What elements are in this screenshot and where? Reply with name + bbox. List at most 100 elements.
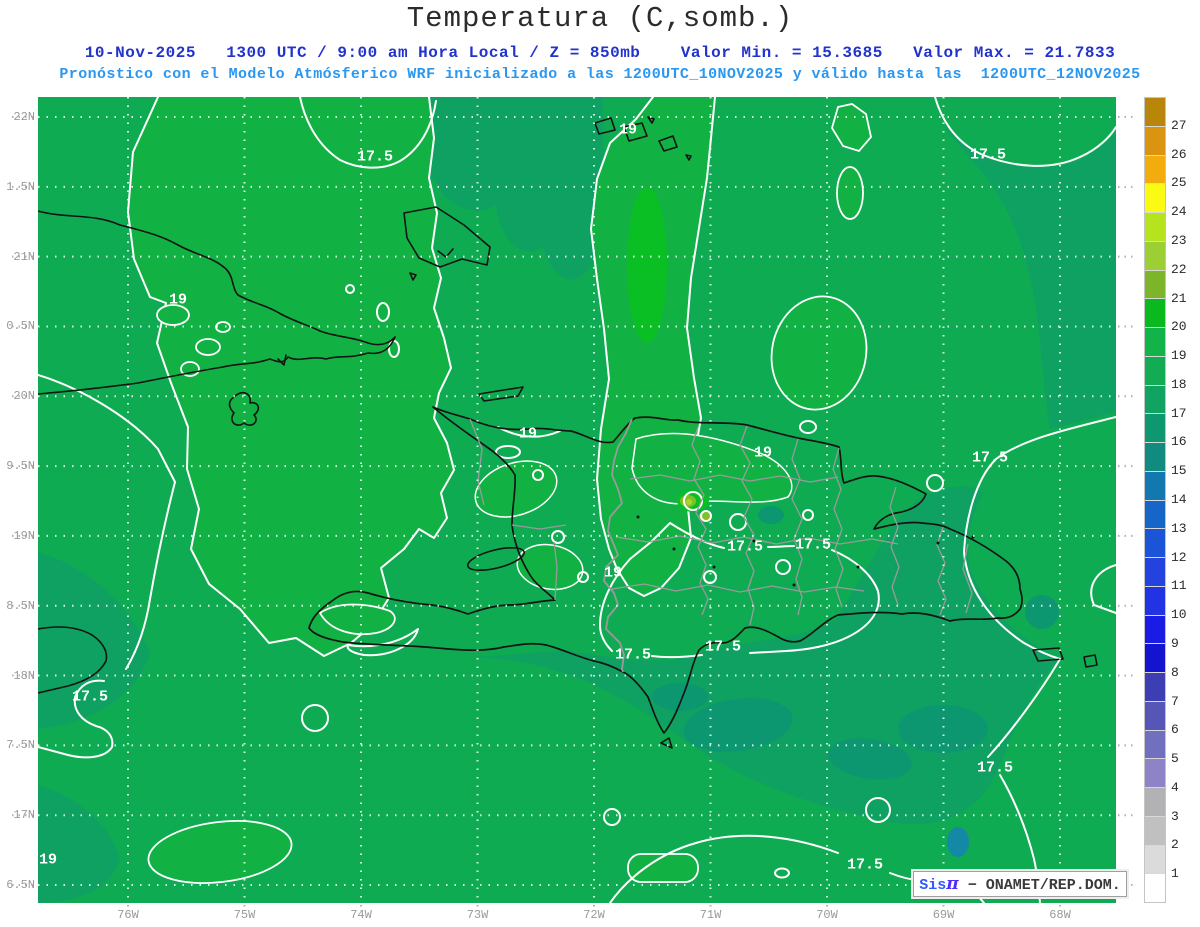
colorbar-block [1145, 328, 1165, 356]
colorbar-block [1145, 816, 1165, 845]
org-label: − ONAMET/REP.DOM. [958, 877, 1121, 894]
colorbar-block [1145, 586, 1165, 615]
lat-axis-label: 22N [13, 110, 35, 124]
colorbar-block [1145, 213, 1165, 241]
colorbar-tick-label: 9 [1171, 635, 1179, 651]
colorbar-tick-label: 18 [1171, 376, 1187, 392]
colorbar-block [1145, 529, 1165, 557]
contour-label: 17.5 [356, 148, 394, 166]
lat-axis-label: 6.5N [6, 878, 35, 893]
colorbar-block [1145, 701, 1165, 730]
lat-axis-label: 0.5N [6, 319, 35, 334]
lon-axis-label: 72W [583, 908, 605, 922]
contour-label: 17.5 [794, 536, 832, 554]
temperature-map [38, 97, 1116, 903]
colorbar-block [1145, 184, 1165, 212]
colorbar [1144, 97, 1166, 903]
colorbar-tick-label: 27 [1171, 117, 1187, 133]
colorbar-tick-label: 20 [1171, 319, 1187, 335]
subtitle-model-info: Pronóstico con el Modelo Atmósferico WRF… [59, 66, 1141, 83]
colorbar-tick-label: 8 [1171, 664, 1179, 680]
lat-axis-label: 20N [13, 389, 35, 404]
contour-label: 17.5 [614, 646, 652, 664]
colorbar-tick-label: 1 [1171, 866, 1179, 882]
colorbar-tick-label: 2 [1171, 837, 1179, 853]
sis-logo-text: Sis [919, 877, 947, 894]
contour-label: 17.5 [726, 538, 764, 556]
colorbar-tick-label: 12 [1171, 549, 1187, 565]
contour-label: 19 [753, 444, 773, 462]
colorbar-tick-label: 11 [1171, 578, 1187, 594]
colorbar-block [1145, 558, 1165, 586]
colorbar-tick-label: 17 [1171, 405, 1187, 421]
lat-axis-label: 19N [13, 528, 35, 543]
band-15-16-fill [947, 827, 969, 857]
lat-axis-label: 21N [13, 249, 35, 264]
colorbar-block [1145, 500, 1165, 529]
lat-axis-label: 7.5N [6, 738, 35, 753]
colorbar-block [1145, 155, 1165, 184]
colorbar-block [1145, 356, 1165, 385]
contour-label: 19 [518, 425, 538, 443]
lat-axis-label: 1.5N [6, 179, 35, 194]
colorbar-tick-label: 24 [1171, 204, 1187, 220]
lat-axis-label: 17N [13, 808, 35, 823]
colorbar-tick-label: 21 [1171, 290, 1187, 306]
colorbar-tick-label: 26 [1171, 146, 1187, 162]
lat-axis-label: 8.5N [6, 598, 35, 613]
colorbar-tick-label: 7 [1171, 693, 1179, 709]
contour-label: 17.5 [846, 856, 884, 874]
colorbar-tick-label: 5 [1171, 751, 1179, 767]
colorbar-tick-label: 13 [1171, 520, 1187, 536]
contour-label: 17.5 [71, 688, 109, 706]
lat-axis-label: 18N [13, 668, 35, 683]
contour-label: 19 [168, 291, 188, 309]
contour-label: 17.5 [969, 146, 1007, 164]
lon-axis-label: 75W [233, 908, 256, 922]
colorbar-tick-label: 23 [1171, 232, 1187, 248]
contour-label: 17.5 [971, 449, 1009, 467]
lon-axis-label: 74W [350, 908, 372, 922]
colorbar-block [1145, 730, 1165, 759]
colorbar-block [1145, 241, 1165, 270]
contour-label: 19 [603, 564, 623, 582]
lon-axis-label: 73W [466, 908, 489, 922]
colorbar-tick-label: 15 [1171, 463, 1187, 479]
contour-label: 19 [618, 121, 638, 139]
colorbar-tick-label: 19 [1171, 348, 1187, 364]
colorbar-tick-label: 4 [1171, 779, 1179, 795]
colorbar-block [1145, 385, 1165, 414]
colorbar-block [1145, 788, 1165, 816]
colorbar-tick-label: 6 [1171, 722, 1179, 738]
colorbar-block [1145, 759, 1165, 787]
colorbar-block [1145, 270, 1165, 299]
lon-axis-label: 70W [816, 908, 838, 922]
onamet-branding-badge: Sisπ − ONAMET/REP.DOM. [913, 871, 1127, 897]
colorbar-tick-label: 16 [1171, 434, 1187, 450]
colorbar-tick-label: 3 [1171, 808, 1179, 824]
band-20-21-tongue-core [627, 187, 667, 343]
lon-axis-label: 71W [699, 908, 722, 922]
colorbar-block [1145, 414, 1165, 442]
colorbar-block [1145, 874, 1165, 902]
lon-axis-label: 76W [117, 908, 139, 922]
colorbar-tick-label: 22 [1171, 261, 1187, 277]
colorbar-block [1145, 615, 1165, 644]
colorbar-block [1145, 845, 1165, 874]
colorbar-block [1145, 471, 1165, 500]
colorbar-block [1145, 443, 1165, 471]
colorbar-tick-label: 14 [1171, 492, 1187, 507]
lon-axis-label: 69W [932, 908, 955, 922]
colorbar-tick-label: 10 [1171, 607, 1187, 623]
contour-label: 19 [38, 851, 58, 869]
contour-label: 17.5 [704, 638, 742, 656]
page-title: Temperatura (C,somb.) [406, 2, 794, 35]
subtitle-valid-time: 10-Nov-2025 1300 UTC / 9:00 am Hora Loca… [84, 44, 1116, 62]
colorbar-tick-label: 25 [1171, 175, 1187, 191]
lat-axis-label: 9.5N [6, 459, 35, 474]
colorbar-block [1145, 673, 1165, 701]
colorbar-block [1145, 126, 1165, 155]
contour-label: 17.5 [976, 759, 1014, 777]
colorbar-block [1145, 98, 1165, 126]
colorbar-block [1145, 644, 1165, 672]
